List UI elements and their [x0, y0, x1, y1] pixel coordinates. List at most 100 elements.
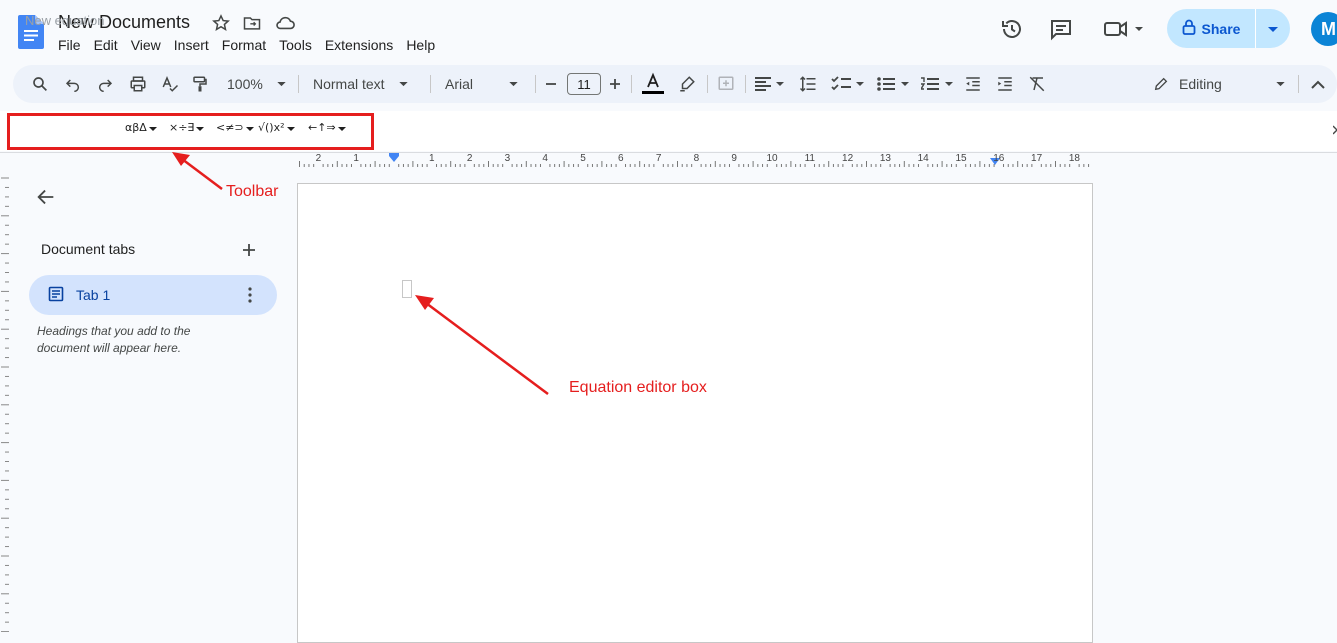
zoom-value: 100%: [227, 76, 263, 92]
ruler-label: 2: [315, 153, 322, 164]
collapse-menus-icon[interactable]: [1311, 65, 1325, 103]
zoom-select[interactable]: 100%: [227, 65, 286, 103]
insert-comment-icon[interactable]: [717, 65, 735, 103]
add-tab-button[interactable]: [242, 240, 256, 263]
pencil-icon: [1153, 76, 1169, 92]
horizontal-ruler[interactable]: 2 1 1 2 3 4 5 6 7 8 9 10 11 12 13 14 15 16 17 18: [298, 153, 1093, 169]
ruler-label: 2: [466, 153, 473, 164]
comments-icon[interactable]: [1049, 17, 1073, 41]
vertical-ruler: [0, 170, 12, 633]
style-value: Normal text: [313, 76, 385, 92]
chevron-down-icon: [1276, 81, 1285, 87]
increase-indent-icon[interactable]: [996, 65, 1014, 103]
document-page[interactable]: [297, 183, 1093, 643]
editing-mode-select[interactable]: Editing: [1153, 65, 1285, 103]
close-equation-icon[interactable]: [1332, 123, 1337, 135]
ruler-label: 11: [804, 153, 815, 164]
headings-hint: Headings that you add to the document wi…: [37, 324, 191, 355]
toolbar-divider: [745, 75, 746, 93]
menu-file[interactable]: File: [58, 37, 92, 53]
spellcheck-icon[interactable]: [161, 65, 179, 103]
chevron-down-icon: [277, 81, 286, 87]
cloud-saved-icon[interactable]: [274, 13, 295, 33]
equation-editor-box[interactable]: [402, 280, 412, 298]
toolbar-divider: [1298, 75, 1299, 93]
menu-view[interactable]: View: [131, 37, 172, 53]
highlight-color-icon[interactable]: [678, 65, 696, 103]
avatar[interactable]: M: [1311, 12, 1337, 46]
document-icon: [48, 286, 66, 304]
increase-font-size-button[interactable]: [609, 65, 621, 103]
main-toolbar: 100% Normal text Arial 11 Editing: [13, 65, 1337, 103]
ruler-label: 12: [842, 153, 854, 164]
ruler-label: 6: [618, 153, 624, 164]
menu-extensions[interactable]: Extensions: [325, 37, 404, 53]
share-button[interactable]: Share: [1167, 9, 1290, 48]
meet-icon[interactable]: [1103, 17, 1147, 41]
more-options-icon[interactable]: [243, 285, 257, 305]
decrease-indent-icon[interactable]: [964, 65, 982, 103]
share-main[interactable]: Share: [1167, 9, 1256, 48]
line-spacing-icon[interactable]: [799, 65, 817, 103]
document-tabs-heading: Document tabs: [41, 241, 136, 257]
toolbar-arrow-line: [181, 158, 223, 190]
share-dropdown[interactable]: [1256, 20, 1290, 38]
star-icon[interactable]: [211, 13, 231, 33]
back-arrow-icon[interactable]: [35, 186, 57, 208]
bullet-list-select[interactable]: [877, 65, 911, 103]
paint-format-icon[interactable]: [191, 65, 209, 103]
sidebar-tab-1[interactable]: [29, 275, 277, 315]
ruler-label: 1: [429, 153, 435, 164]
toolbar-divider: [631, 75, 632, 93]
editing-label: Editing: [1179, 76, 1222, 92]
chevron-down-icon: [398, 81, 408, 87]
style-select[interactable]: Normal text: [313, 65, 408, 103]
chevron-down-icon: [509, 81, 518, 87]
ruler-label: 10: [766, 153, 778, 164]
tab-1-label: Tab 1: [76, 287, 111, 303]
font-size-input[interactable]: 11: [567, 73, 601, 95]
ruler-label: 13: [879, 153, 891, 164]
search-menus-icon[interactable]: [31, 65, 49, 103]
ruler-label: 8: [693, 153, 700, 164]
toolbar-divider: [535, 75, 536, 93]
text-color-icon[interactable]: [641, 65, 665, 103]
decrease-font-size-button[interactable]: [545, 65, 557, 103]
clear-formatting-icon[interactable]: [1028, 65, 1046, 103]
menu-tools[interactable]: Tools: [279, 37, 323, 53]
toolbar-arrow-head: [172, 152, 190, 166]
redo-icon[interactable]: [97, 65, 113, 103]
font-value: Arial: [445, 76, 474, 92]
move-folder-icon[interactable]: [242, 13, 262, 33]
chevron-down-icon: [1268, 20, 1278, 38]
ruler-label: 18: [1068, 153, 1080, 164]
toolbar-annotation-box: [7, 113, 374, 150]
menu-format[interactable]: Format: [222, 37, 277, 53]
menu-bar: File Edit View Insert Format Tools Exten…: [58, 37, 448, 53]
ruler-label: 1: [353, 153, 359, 164]
share-label: Share: [1201, 20, 1241, 37]
lock-icon: [1182, 19, 1196, 38]
ruler-label: 9: [731, 153, 737, 164]
menu-edit[interactable]: Edit: [94, 37, 129, 53]
print-icon[interactable]: [129, 65, 147, 103]
ruler-label: 5: [580, 153, 586, 164]
align-select[interactable]: [755, 65, 785, 103]
menu-insert[interactable]: Insert: [174, 37, 220, 53]
undo-icon[interactable]: [65, 65, 81, 103]
menu-help[interactable]: Help: [406, 37, 446, 53]
font-select[interactable]: Arial: [445, 65, 518, 103]
ruler-label: 15: [955, 153, 967, 164]
first-line-indent-marker: [389, 153, 399, 156]
ruler-label: 17: [1031, 153, 1043, 164]
ruler-label: 4: [542, 153, 548, 164]
ruler-label: 7: [655, 153, 662, 164]
toolbar-annotation-label: Toolbar: [226, 183, 279, 200]
checklist-select[interactable]: [831, 65, 865, 103]
new-equation-button[interactable]: New equation: [25, 13, 105, 28]
ruler-label: 16: [993, 153, 1005, 164]
numbered-list-select[interactable]: [921, 65, 955, 103]
ruler-label: 3: [504, 153, 511, 164]
version-history-icon[interactable]: [1000, 17, 1024, 41]
left-indent-marker: [389, 156, 399, 162]
